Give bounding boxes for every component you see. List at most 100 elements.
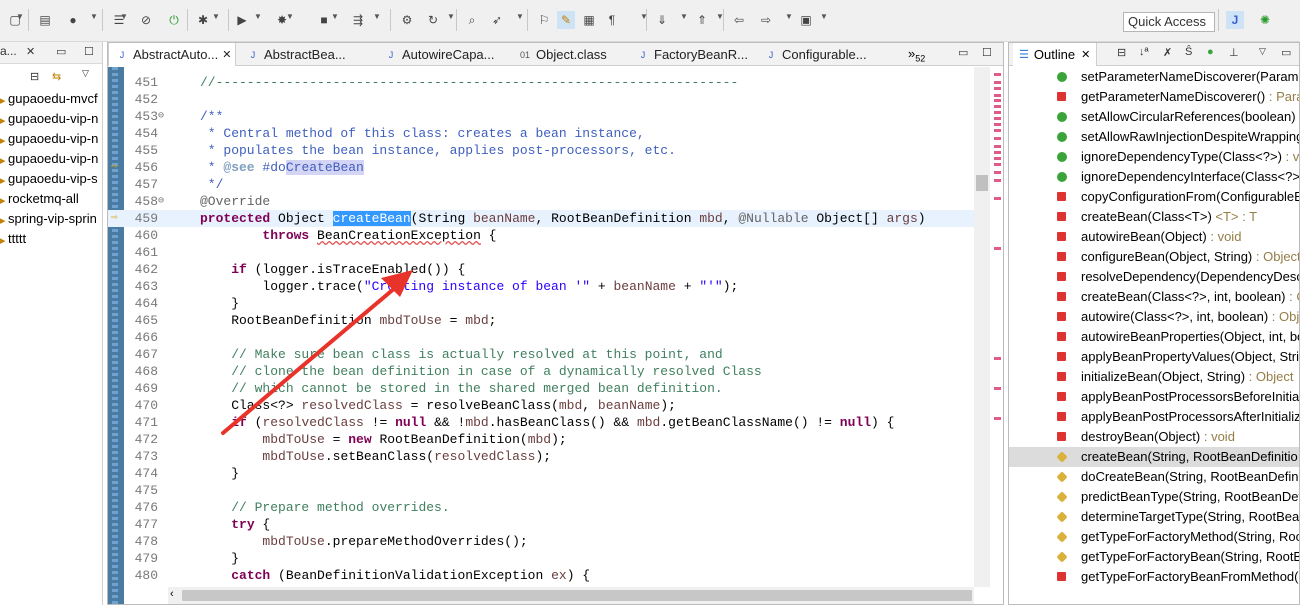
overview-marker[interactable] xyxy=(994,247,1001,250)
overview-marker[interactable] xyxy=(994,145,1001,148)
debug-perspective-icon[interactable]: ✺ xyxy=(1256,11,1274,29)
scroll-left-icon[interactable]: ‹ xyxy=(170,588,174,600)
project-item[interactable]: ▸ gupaoedu-vip-n xyxy=(0,110,102,130)
close-icon[interactable]: ✕ xyxy=(222,48,231,61)
maximize-icon[interactable]: ☐ xyxy=(84,45,98,59)
outline-item[interactable]: createBean(String, RootBeanDefinitio xyxy=(1009,447,1299,467)
outline-item[interactable]: autowireBean(Object) : void xyxy=(1009,227,1299,247)
outline-item[interactable]: destroyBean(Object) : void xyxy=(1009,427,1299,447)
highlight-icon[interactable]: ✎ xyxy=(557,11,575,29)
overview-marker[interactable] xyxy=(994,87,1001,90)
minimize-icon[interactable]: ▭ xyxy=(1281,46,1295,60)
dropdown-arrow-icon[interactable]: ▼ xyxy=(212,12,220,21)
overview-marker[interactable] xyxy=(994,163,1001,166)
forward-icon[interactable]: ⇨ xyxy=(757,11,775,29)
hide-local-types-icon[interactable]: ⊥ xyxy=(1229,46,1243,60)
editor-tab[interactable]: J AutowireCapa... xyxy=(378,43,510,66)
toggle-mark-icon[interactable]: ⚐ xyxy=(535,11,553,29)
overview-marker[interactable] xyxy=(994,151,1001,154)
overview-marker[interactable] xyxy=(994,357,1001,360)
block-select-icon[interactable]: ▦ xyxy=(580,11,598,29)
outline-item[interactable]: createBean(Class<T>) <T> : T xyxy=(1009,207,1299,227)
sort-icon[interactable]: ↓ª xyxy=(1139,46,1153,60)
minimize-icon[interactable]: ▭ xyxy=(56,45,70,59)
outline-tab[interactable]: ☰ Outline ✕ xyxy=(1013,43,1098,66)
fold-toggle-icon[interactable]: ⊖ xyxy=(158,193,168,210)
quick-access-field[interactable]: Quick Access xyxy=(1123,12,1215,32)
back-icon[interactable]: ⇦ xyxy=(730,11,748,29)
outline-item[interactable]: createBean(Class<?>, int, boolean) : C xyxy=(1009,287,1299,307)
horizontal-scrollbar[interactable]: ‹ xyxy=(168,587,974,604)
dropdown-arrow-icon[interactable]: ▼ xyxy=(90,12,98,21)
outline-item[interactable]: getTypeForFactoryBeanFromMethod( xyxy=(1009,567,1299,587)
dropdown-arrow-icon[interactable]: ▼ xyxy=(16,12,24,21)
dropdown-arrow-icon[interactable]: ▼ xyxy=(331,12,339,21)
profile-icon[interactable]: ● xyxy=(64,11,82,29)
project-item[interactable]: ▸ gupaoedu-vip-n xyxy=(0,150,102,170)
overview-marker[interactable] xyxy=(994,81,1001,84)
dropdown-arrow-icon[interactable]: ▼ xyxy=(680,12,688,21)
outline-item[interactable]: predictBeanType(String, RootBeanDef xyxy=(1009,487,1299,507)
outline-item[interactable]: autowire(Class<?>, int, boolean) : Obj xyxy=(1009,307,1299,327)
outline-item[interactable]: setParameterNameDiscoverer(Parame xyxy=(1009,67,1299,87)
new-class-icon[interactable]: ⚙ xyxy=(398,11,416,29)
project-item[interactable]: ▸ gupaoedu-vip-s xyxy=(0,170,102,190)
overview-marker[interactable] xyxy=(994,197,1001,200)
refresh-icon[interactable]: ↻ xyxy=(424,11,442,29)
outline-item[interactable]: copyConfigurationFrom(ConfigurableB xyxy=(1009,187,1299,207)
outline-item[interactable]: getTypeForFactoryMethod(String, Roo xyxy=(1009,527,1299,547)
dropdown-arrow-icon[interactable]: ▼ xyxy=(516,12,524,21)
dropdown-arrow-icon[interactable]: ▼ xyxy=(286,12,294,21)
close-icon[interactable]: ✕ xyxy=(26,45,40,59)
java-perspective-icon[interactable]: J xyxy=(1226,11,1244,29)
view-menu-icon[interactable]: ▽ xyxy=(82,68,96,82)
outline-item[interactable]: applyBeanPostProcessorsAfterInitializ xyxy=(1009,407,1299,427)
overview-marker[interactable] xyxy=(994,73,1001,76)
open-type-icon[interactable]: ⌕ xyxy=(463,11,481,29)
perspective-icon[interactable]: ▣ xyxy=(797,11,815,29)
maximize-icon[interactable]: ☐ xyxy=(982,46,996,60)
dropdown-arrow-icon[interactable]: ▼ xyxy=(640,12,648,21)
project-item[interactable]: ▸ rocketmq-all xyxy=(0,190,102,210)
dropdown-arrow-icon[interactable]: ▼ xyxy=(373,12,381,21)
run-icon[interactable]: ⏻ xyxy=(165,11,183,29)
outline-item[interactable]: ignoreDependencyType(Class<?>) : vo xyxy=(1009,147,1299,167)
external-tools-icon[interactable]: ⇶ xyxy=(349,11,367,29)
editor-tab[interactable]: J FactoryBeanR... xyxy=(630,43,756,66)
vertical-scrollbar[interactable] xyxy=(974,67,990,587)
outline-item[interactable]: initializeBean(Object, String) : Object xyxy=(1009,367,1299,387)
project-item[interactable]: ▸ spring-vip-sprin xyxy=(0,210,102,230)
vertical-scroll-thumb[interactable] xyxy=(976,175,988,191)
dropdown-arrow-icon[interactable]: ▼ xyxy=(716,12,724,21)
prev-annotation-icon[interactable]: ⇑ xyxy=(693,11,711,29)
run-play-icon[interactable]: ▶ xyxy=(233,11,251,29)
overview-ruler[interactable] xyxy=(992,67,1003,587)
tab-overflow[interactable]: »52 xyxy=(908,46,925,64)
breakpoint-skip-icon[interactable]: ⊘ xyxy=(137,11,155,29)
next-annotation-icon[interactable]: ⇓ xyxy=(653,11,671,29)
outline-item[interactable]: ignoreDependencyInterface(Class<?> xyxy=(1009,167,1299,187)
project-item[interactable]: ▸ ttttt xyxy=(0,230,102,250)
minimize-icon[interactable]: ▭ xyxy=(958,46,972,60)
overview-marker[interactable] xyxy=(994,387,1001,390)
outline-item[interactable]: setAllowCircularReferences(boolean) : xyxy=(1009,107,1299,127)
overview-marker[interactable] xyxy=(994,417,1001,420)
fold-toggle-icon[interactable]: ⊖ xyxy=(158,108,168,125)
dropdown-arrow-icon[interactable]: ▼ xyxy=(447,12,455,21)
collapse-all-icon[interactable]: ⊟ xyxy=(30,70,44,84)
outline-item[interactable]: getTypeForFactoryBean(String, RootB xyxy=(1009,547,1299,567)
project-item[interactable]: ▸ gupaoedu-mvcf xyxy=(0,90,102,110)
dropdown-arrow-icon[interactable]: ▼ xyxy=(254,12,262,21)
overview-marker[interactable] xyxy=(994,105,1001,108)
debug-icon[interactable]: ✱ xyxy=(194,11,212,29)
outline-item[interactable]: applyBeanPropertyValues(Object, Strin xyxy=(1009,347,1299,367)
code-area[interactable]: 451 //-----------------------------------… xyxy=(108,67,1003,604)
overview-marker[interactable] xyxy=(994,99,1001,102)
dropdown-arrow-icon[interactable]: ▼ xyxy=(785,12,793,21)
overview-marker[interactable] xyxy=(994,179,1001,182)
hide-static-icon[interactable]: Ŝ xyxy=(1185,46,1199,60)
outline-item[interactable]: doCreateBean(String, RootBeanDefini xyxy=(1009,467,1299,487)
outline-item[interactable]: configureBean(Object, String) : Object xyxy=(1009,247,1299,267)
overview-marker[interactable] xyxy=(994,129,1001,132)
overview-marker[interactable] xyxy=(994,157,1001,160)
